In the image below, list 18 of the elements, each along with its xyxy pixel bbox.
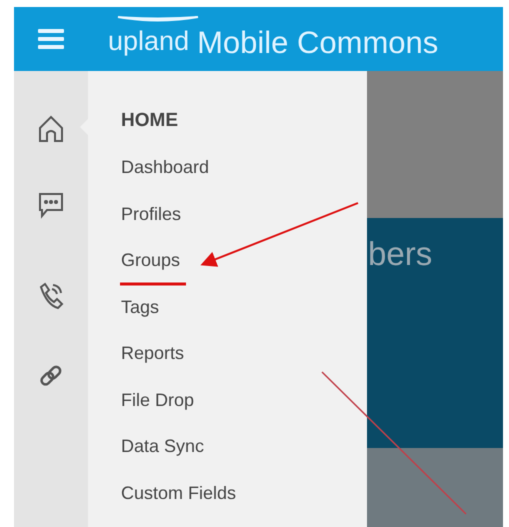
banner-text: bers — [368, 234, 432, 274]
annotation-underline — [120, 282, 186, 286]
menu-item[interactable]: Groups — [121, 248, 180, 294]
brand-logo: upland — [108, 26, 190, 56]
menu-item[interactable]: Reports — [121, 341, 184, 388]
product-name: Mobile Commons — [197, 26, 438, 58]
chat-icon[interactable] — [38, 191, 64, 219]
menu-item[interactable]: File Drop — [121, 388, 194, 434]
logo-arc-icon — [116, 14, 200, 24]
menu-item[interactable]: Data Sync — [121, 434, 204, 480]
home-icon[interactable] — [38, 115, 64, 143]
menu-item[interactable]: Dashboard — [121, 155, 210, 202]
phone-icon[interactable] — [37, 281, 65, 311]
menu-item[interactable]: Custom Fields — [121, 480, 236, 527]
menu-heading: HOME — [121, 109, 178, 133]
menu-item[interactable]: Tags — [121, 294, 160, 341]
menu-item[interactable]: Profiles — [121, 202, 182, 248]
menu-icon — [38, 28, 64, 50]
